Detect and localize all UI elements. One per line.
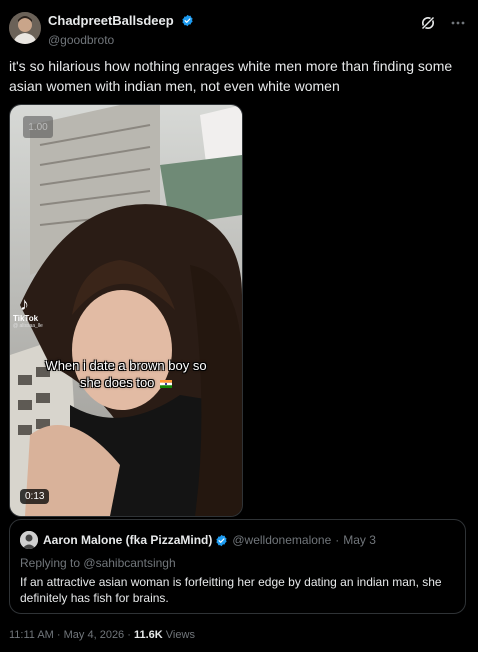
quote-author-avatar[interactable]	[20, 531, 38, 549]
video-player[interactable]: 1.00 ♪ TikTok @ alissaa_lle When i date …	[9, 104, 243, 517]
quote-date[interactable]: May 3	[343, 533, 376, 547]
tweet-meta: 11:11 AM · May 4, 2026 · 11.6K Views	[9, 629, 195, 641]
india-flag-icon	[160, 379, 173, 388]
quote-reply-prefix: Replying to	[20, 556, 81, 570]
quote-text: If an attractive asian woman is forfeitt…	[20, 575, 442, 605]
quote-reply-to-handle[interactable]: @sahibcantsingh	[83, 556, 175, 570]
tweet-header: ChadpreetBallsdeep @goodbroto	[9, 10, 469, 47]
quote-author-name[interactable]: Aaron Malone (fka PizzaMind)	[43, 533, 212, 547]
tiktok-watermark-text: TikTok	[13, 314, 39, 323]
video-caption-line-1: When i date a brown boy so	[45, 358, 207, 373]
views-count[interactable]: 11.6K	[134, 629, 163, 641]
quote-author-handle[interactable]: @welldonemalone	[232, 533, 331, 547]
tiktok-watermark-user: @ alissaa_lle	[13, 323, 43, 329]
tweet-text: it's so hilarious how nothing enrages wh…	[9, 58, 453, 94]
meta-separator: ·	[56, 629, 61, 641]
video-frame-image	[10, 105, 242, 516]
avatar-image	[9, 12, 41, 44]
tiktok-watermark: ♪ TikTok @ alissaa_lle	[13, 295, 43, 329]
video-caption: When i date a brown boy so she does too	[10, 357, 242, 391]
author-handle[interactable]: @goodbroto	[48, 33, 194, 47]
more-icon[interactable]	[449, 14, 467, 32]
grok-icon[interactable]	[419, 14, 437, 32]
quote-separator: ·	[335, 533, 340, 547]
video-duration: 0:13	[20, 489, 50, 504]
author-avatar[interactable]	[9, 12, 41, 44]
author-display-name[interactable]: ChadpreetBallsdeep	[48, 13, 174, 28]
playback-speed-badge[interactable]: 1.00	[23, 116, 53, 138]
tweet-time[interactable]: 11:11 AM	[9, 629, 54, 641]
tiktok-logo-icon: ♪	[20, 294, 29, 314]
video-caption-line-2: she does too	[79, 375, 155, 390]
quoted-tweet[interactable]: Aaron Malone (fka PizzaMind) @welldonema…	[9, 519, 466, 614]
views-label: Views	[165, 629, 195, 641]
quote-reply-context: Replying to @sahibcantsingh	[20, 556, 176, 570]
tweet-date[interactable]: May 4, 2026	[64, 629, 125, 641]
quote-verified-badge-icon	[216, 534, 227, 546]
meta-separator: ·	[127, 629, 131, 641]
verified-badge-icon	[182, 15, 193, 27]
